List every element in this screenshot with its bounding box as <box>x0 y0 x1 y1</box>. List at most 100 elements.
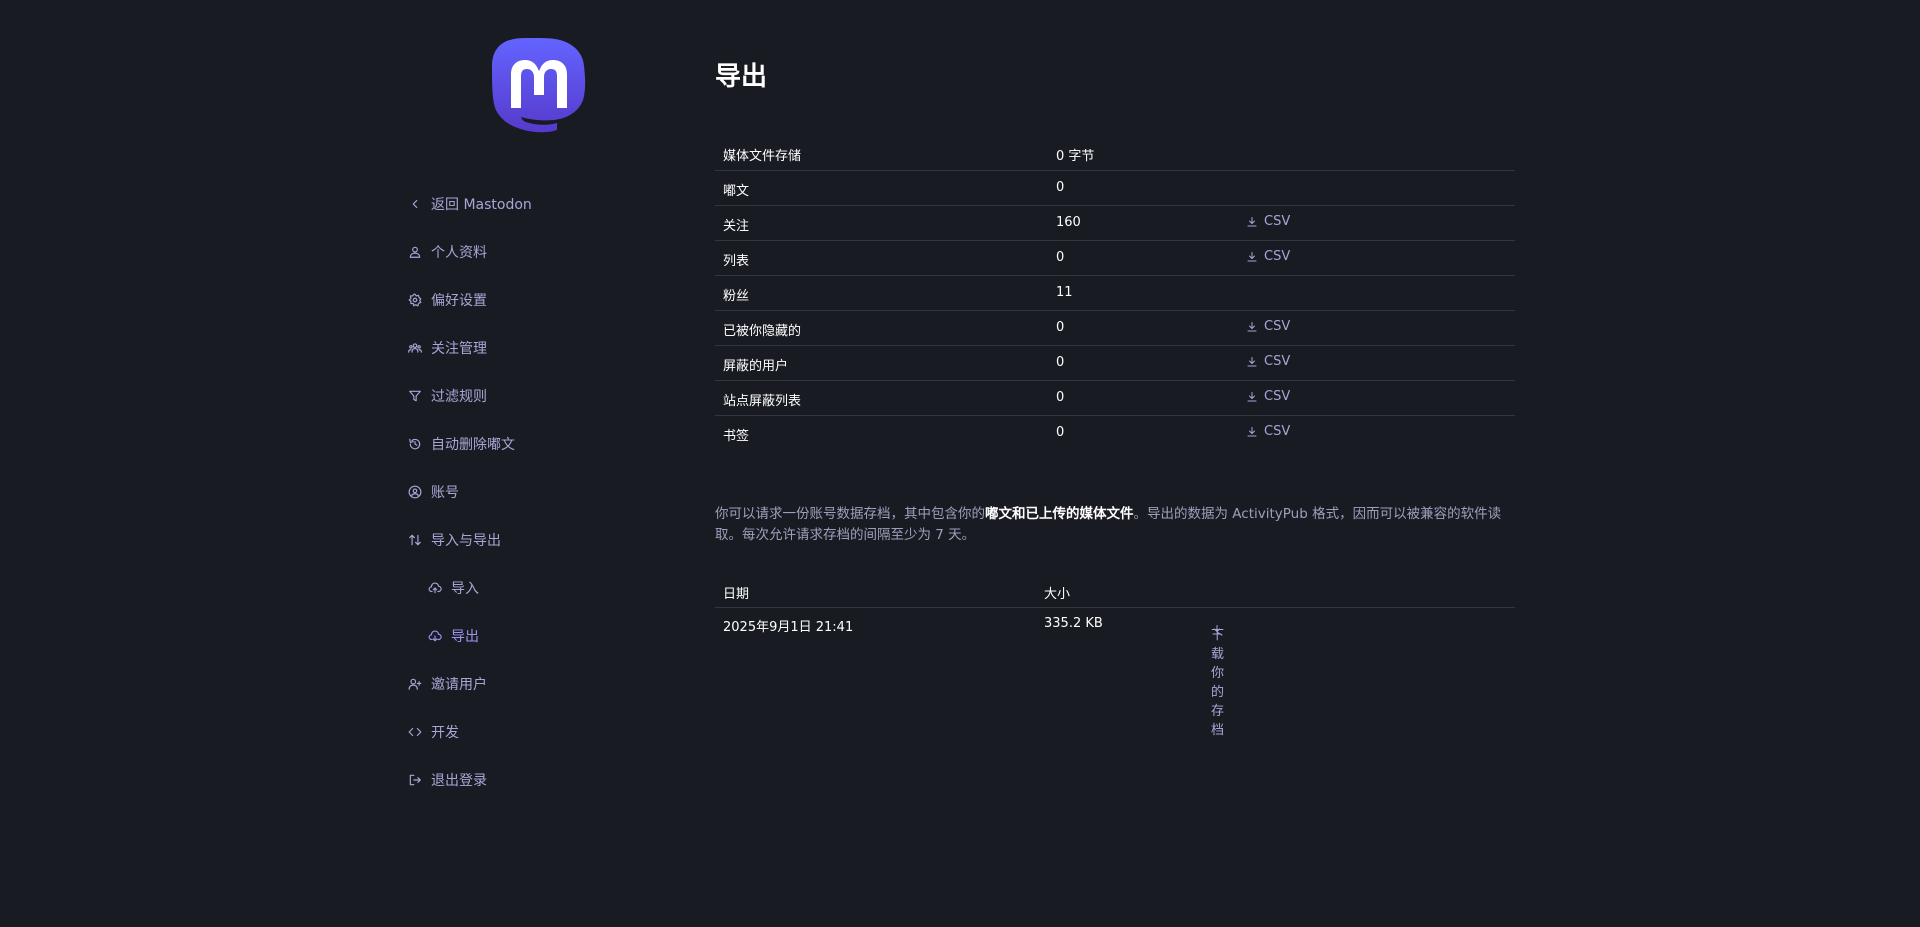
csv-download-link[interactable]: CSV <box>1246 214 1290 229</box>
code-icon <box>407 724 423 740</box>
hint-text-strong: 嘟文和已上传的媒体文件 <box>985 505 1134 522</box>
nav-item-import[interactable]: 导入 <box>400 564 680 612</box>
nav-item-label: 自动删除嘟文 <box>431 437 515 453</box>
nav-item-back[interactable]: 返回 Mastodon <box>400 180 680 228</box>
csv-download-link[interactable]: CSV <box>1246 424 1290 439</box>
nav-item-label: 导出 <box>451 629 479 645</box>
stat-row-lists: 列表 0 CSV <box>715 241 1515 276</box>
download-archive-label: 下载你的存档 <box>1211 628 1225 738</box>
nav-item-label: 账号 <box>431 485 459 501</box>
archive-date: 2025年9月1日 21:41 <box>723 620 854 635</box>
people-icon <box>407 340 423 356</box>
nav-item-label: 偏好设置 <box>431 293 487 309</box>
stat-row-domain-blocks: 站点屏蔽列表 0 CSV <box>715 381 1515 416</box>
nav-item-label: 退出登录 <box>431 773 487 789</box>
person-add-icon <box>407 676 423 692</box>
stat-label: 站点屏蔽列表 <box>723 394 802 409</box>
csv-label: CSV <box>1264 214 1291 229</box>
nav-item-relationships[interactable]: 关注管理 <box>400 324 680 372</box>
account-circle-icon <box>407 484 423 500</box>
stat-label: 列表 <box>723 254 750 269</box>
column-header-date: 日期 <box>723 587 750 602</box>
nav-item-account[interactable]: 账号 <box>400 468 680 516</box>
download-icon <box>1246 356 1258 368</box>
nav-item-logout[interactable]: 退出登录 <box>400 756 680 804</box>
nav-item-label: 开发 <box>431 725 459 741</box>
stat-value: 0 <box>1056 250 1065 265</box>
stat-label: 关注 <box>723 219 750 234</box>
download-icon <box>1246 216 1258 228</box>
stat-value: 0 <box>1056 390 1065 405</box>
csv-label: CSV <box>1264 249 1291 264</box>
stat-value: 160 <box>1056 215 1081 230</box>
stat-row-media: 媒体文件存储 0 字节 <box>715 136 1515 171</box>
csv-download-link[interactable]: CSV <box>1246 389 1290 404</box>
nav-item-label: 邀请用户 <box>431 677 487 693</box>
stat-value: 0 <box>1056 355 1065 370</box>
nav-item-label: 关注管理 <box>431 341 487 357</box>
column-header-size: 大小 <box>1044 587 1071 602</box>
history-icon <box>407 436 423 452</box>
nav-item-preferences[interactable]: 偏好设置 <box>400 276 680 324</box>
cloud-download-icon <box>427 628 443 644</box>
stat-row-following: 关注 160 CSV <box>715 206 1515 241</box>
archives-table: 日期 大小 2025年9月1日 21:41 335.2 KB 下载你的存档 <box>715 575 1515 738</box>
logout-icon <box>407 772 423 788</box>
csv-label: CSV <box>1264 354 1291 369</box>
stat-row-posts: 嘟文 0 <box>715 171 1515 206</box>
nav-item-auto-delete[interactable]: 自动删除嘟文 <box>400 420 680 468</box>
cloud-upload-icon <box>427 580 443 596</box>
nav-item-label: 返回 Mastodon <box>431 197 532 213</box>
csv-download-link[interactable]: CSV <box>1246 354 1290 369</box>
nav-item-filters[interactable]: 过滤规则 <box>400 372 680 420</box>
stat-value: 11 <box>1056 285 1073 300</box>
csv-label: CSV <box>1264 319 1291 334</box>
download-icon <box>1246 426 1258 438</box>
archive-hint: 你可以请求一份账号数据存档，其中包含你的嘟文和已上传的媒体文件。导出的数据为 A… <box>715 504 1515 546</box>
stat-value: 0 <box>1056 180 1065 195</box>
stat-label: 粉丝 <box>723 289 750 304</box>
stat-row-blocking: 屏蔽的用户 0 CSV <box>715 346 1515 381</box>
import-export-icon <box>407 532 423 548</box>
settings-nav: 返回 Mastodon 个人资料 偏好设置 关注管理 过滤规则 自动删除嘟文 账… <box>400 180 680 804</box>
download-icon <box>1246 251 1258 263</box>
stat-row-muting: 已被你隐藏的 0 CSV <box>715 311 1515 346</box>
download-icon <box>1246 321 1258 333</box>
nav-item-label: 导入与导出 <box>431 533 501 549</box>
csv-label: CSV <box>1264 389 1291 404</box>
nav-item-development[interactable]: 开发 <box>400 708 680 756</box>
sidebar: 返回 Mastodon 个人资料 偏好设置 关注管理 过滤规则 自动删除嘟文 账… <box>400 0 680 927</box>
stat-label: 屏蔽的用户 <box>723 359 789 374</box>
stat-row-bookmarks: 书签 0 CSV <box>715 416 1515 450</box>
nav-item-export[interactable]: 导出 <box>400 612 680 660</box>
nav-item-label: 个人资料 <box>431 245 487 261</box>
csv-download-link[interactable]: CSV <box>1246 249 1290 264</box>
table-row: 2025年9月1日 21:41 335.2 KB 下载你的存档 <box>715 608 1515 738</box>
nav-item-label: 导入 <box>451 581 479 597</box>
nav-item-label: 过滤规则 <box>431 389 487 405</box>
csv-download-link[interactable]: CSV <box>1246 319 1290 334</box>
person-icon <box>407 244 423 260</box>
nav-item-invites[interactable]: 邀请用户 <box>400 660 680 708</box>
archives-table-header: 日期 大小 <box>715 575 1515 608</box>
stat-label: 媒体文件存储 <box>723 149 802 164</box>
stat-value: 0 <box>1056 425 1065 440</box>
stat-row-followers: 粉丝 11 <box>715 276 1515 311</box>
nav-item-profile[interactable]: 个人资料 <box>400 228 680 276</box>
stat-value: 0 字节 <box>1056 149 1095 164</box>
filter-icon <box>407 388 423 404</box>
mastodon-logo[interactable] <box>491 38 587 142</box>
csv-label: CSV <box>1264 424 1291 439</box>
export-stats-table: 媒体文件存储 0 字节 嘟文 0 关注 160 CSV 列表 0 CSV 粉丝 … <box>715 136 1515 450</box>
download-icon <box>1246 391 1258 403</box>
gear-icon <box>407 292 423 308</box>
stat-label: 已被你隐藏的 <box>723 324 802 339</box>
stat-value: 0 <box>1056 320 1065 335</box>
chevron-left-icon <box>407 196 423 212</box>
archive-size: 335.2 KB <box>1044 616 1103 631</box>
stat-label: 嘟文 <box>723 184 750 199</box>
page-title: 导出 <box>715 62 768 92</box>
hint-text-before: 你可以请求一份账号数据存档，其中包含你的 <box>715 505 985 522</box>
nav-item-import-export[interactable]: 导入与导出 <box>400 516 680 564</box>
stat-label: 书签 <box>723 429 750 444</box>
